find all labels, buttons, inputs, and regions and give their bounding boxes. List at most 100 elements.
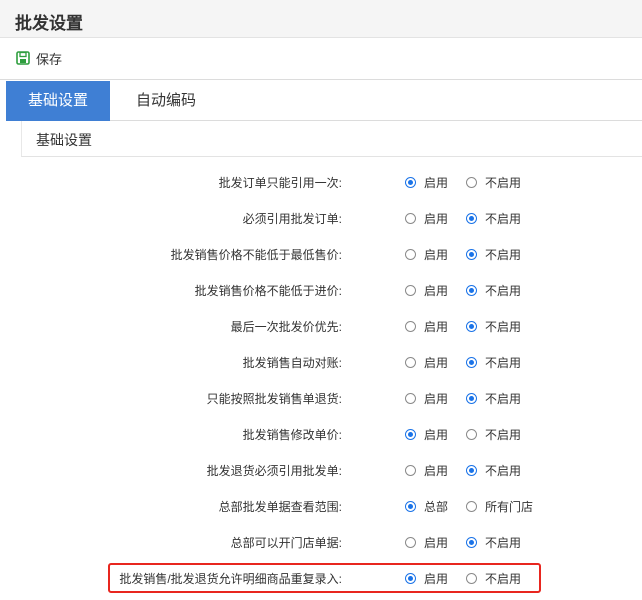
setting-row: 批发订单只能引用一次: 启用 不启用 — [0, 171, 642, 195]
option-disable[interactable]: 不启用 — [466, 534, 521, 551]
setting-row: 总部可以开门店单据: 启用 不启用 — [0, 531, 642, 555]
setting-row: 批发销售价格不能低于进价: 启用 不启用 — [0, 279, 642, 303]
option-label: 不启用 — [485, 176, 522, 190]
setting-label: 总部批发单据查看范围: — [218, 500, 342, 514]
radio-button[interactable] — [405, 249, 416, 260]
option-label: 启用 — [424, 284, 449, 298]
setting-label: 批发销售修改单价: — [242, 428, 342, 442]
setting-row: 总部批发单据查看范围: 总部 所有门店 — [0, 495, 642, 519]
save-icon — [16, 51, 30, 65]
setting-label: 批发销售自动对账: — [242, 356, 342, 370]
save-button-label: 保存 — [36, 51, 63, 67]
setting-row: 批发销售价格不能低于最低售价: 启用 不启用 — [0, 243, 642, 267]
highlight-box — [108, 563, 541, 593]
radio-button[interactable] — [405, 357, 416, 368]
option-label: 不启用 — [485, 428, 522, 442]
option-enable[interactable]: 启用 — [405, 390, 448, 407]
setting-label: 批发销售价格不能低于最低售价: — [170, 248, 342, 262]
option-disable[interactable]: 不启用 — [466, 210, 521, 227]
radio-button[interactable] — [466, 537, 477, 548]
radio-button[interactable] — [466, 177, 477, 188]
radio-button[interactable] — [466, 321, 477, 332]
setting-row: 必须引用批发订单: 启用 不启用 — [0, 207, 642, 231]
option-label: 总部 — [424, 500, 449, 514]
setting-label: 最后一次批发价优先: — [230, 320, 342, 334]
option-label: 不启用 — [485, 536, 522, 550]
radio-button[interactable] — [466, 465, 477, 476]
option-enable[interactable]: 启用 — [405, 534, 448, 551]
option-disable[interactable]: 不启用 — [466, 390, 521, 407]
option-enable[interactable]: 启用 — [405, 174, 448, 191]
radio-button[interactable] — [466, 213, 477, 224]
option-label: 启用 — [424, 212, 449, 226]
radio-button[interactable] — [405, 429, 416, 440]
option-disable[interactable]: 所有门店 — [466, 498, 533, 515]
tab-basic-settings[interactable]: 基础设置 — [6, 81, 110, 121]
radio-button[interactable] — [405, 393, 416, 404]
option-label: 不启用 — [485, 284, 522, 298]
radio-button[interactable] — [466, 357, 477, 368]
option-label: 启用 — [424, 176, 449, 190]
option-enable[interactable]: 启用 — [405, 354, 448, 371]
option-label: 不启用 — [485, 464, 522, 478]
radio-button[interactable] — [405, 501, 416, 512]
option-enable[interactable]: 总部 — [405, 498, 448, 515]
radio-button[interactable] — [405, 537, 416, 548]
option-label: 启用 — [424, 248, 449, 262]
option-enable[interactable]: 启用 — [405, 282, 448, 299]
title-bar: 批发设置 — [0, 0, 642, 38]
option-disable[interactable]: 不启用 — [466, 174, 521, 191]
option-enable[interactable]: 启用 — [405, 210, 448, 227]
radio-button[interactable] — [405, 465, 416, 476]
section-header: 基础设置 — [21, 121, 642, 157]
option-label: 不启用 — [485, 356, 522, 370]
option-label: 不启用 — [485, 320, 522, 334]
setting-label: 总部可以开门店单据: — [230, 536, 342, 550]
option-disable[interactable]: 不启用 — [466, 318, 521, 335]
option-label: 启用 — [424, 536, 449, 550]
setting-row: 只能按照批发销售单退货: 启用 不启用 — [0, 387, 642, 411]
tab-auto-coding[interactable]: 自动编码 — [110, 81, 222, 121]
page-title: 批发设置 — [15, 14, 83, 33]
setting-label: 批发退货必须引用批发单: — [206, 464, 342, 478]
option-enable[interactable]: 启用 — [405, 426, 448, 443]
radio-button[interactable] — [405, 177, 416, 188]
radio-button[interactable] — [405, 285, 416, 296]
tab-bar: 基础设置 自动编码 — [6, 81, 642, 121]
setting-row: 批发退货必须引用批发单: 启用 不启用 — [0, 459, 642, 483]
option-enable[interactable]: 启用 — [405, 246, 448, 263]
radio-button[interactable] — [405, 321, 416, 332]
option-label: 启用 — [424, 356, 449, 370]
option-label: 启用 — [424, 464, 449, 478]
option-label: 所有门店 — [485, 500, 534, 514]
setting-row: 批发销售自动对账: 启用 不启用 — [0, 351, 642, 375]
option-label: 不启用 — [485, 392, 522, 406]
option-disable[interactable]: 不启用 — [466, 462, 521, 479]
setting-label: 只能按照批发销售单退货: — [206, 392, 342, 406]
radio-button[interactable] — [466, 285, 477, 296]
setting-label: 必须引用批发订单: — [242, 212, 342, 226]
setting-label: 批发订单只能引用一次: — [218, 176, 342, 190]
section-title: 基础设置 — [36, 132, 92, 148]
radio-button[interactable] — [466, 393, 477, 404]
option-label: 不启用 — [485, 212, 522, 226]
option-label: 启用 — [424, 428, 449, 442]
setting-label: 批发销售价格不能低于进价: — [194, 284, 342, 298]
radio-button[interactable] — [466, 429, 477, 440]
option-label: 启用 — [424, 320, 449, 334]
option-disable[interactable]: 不启用 — [466, 282, 521, 299]
radio-button[interactable] — [466, 501, 477, 512]
option-label: 启用 — [424, 392, 449, 406]
option-disable[interactable]: 不启用 — [466, 354, 521, 371]
setting-row: 批发销售修改单价: 启用 不启用 — [0, 423, 642, 447]
radio-button[interactable] — [466, 249, 477, 260]
setting-row: 最后一次批发价优先: 启用 不启用 — [0, 315, 642, 339]
save-button[interactable]: 保存 — [16, 48, 62, 68]
option-label: 不启用 — [485, 248, 522, 262]
option-disable[interactable]: 不启用 — [466, 426, 521, 443]
option-enable[interactable]: 启用 — [405, 318, 448, 335]
radio-button[interactable] — [405, 213, 416, 224]
toolbar: 保存 — [0, 38, 642, 80]
option-enable[interactable]: 启用 — [405, 462, 448, 479]
option-disable[interactable]: 不启用 — [466, 246, 521, 263]
